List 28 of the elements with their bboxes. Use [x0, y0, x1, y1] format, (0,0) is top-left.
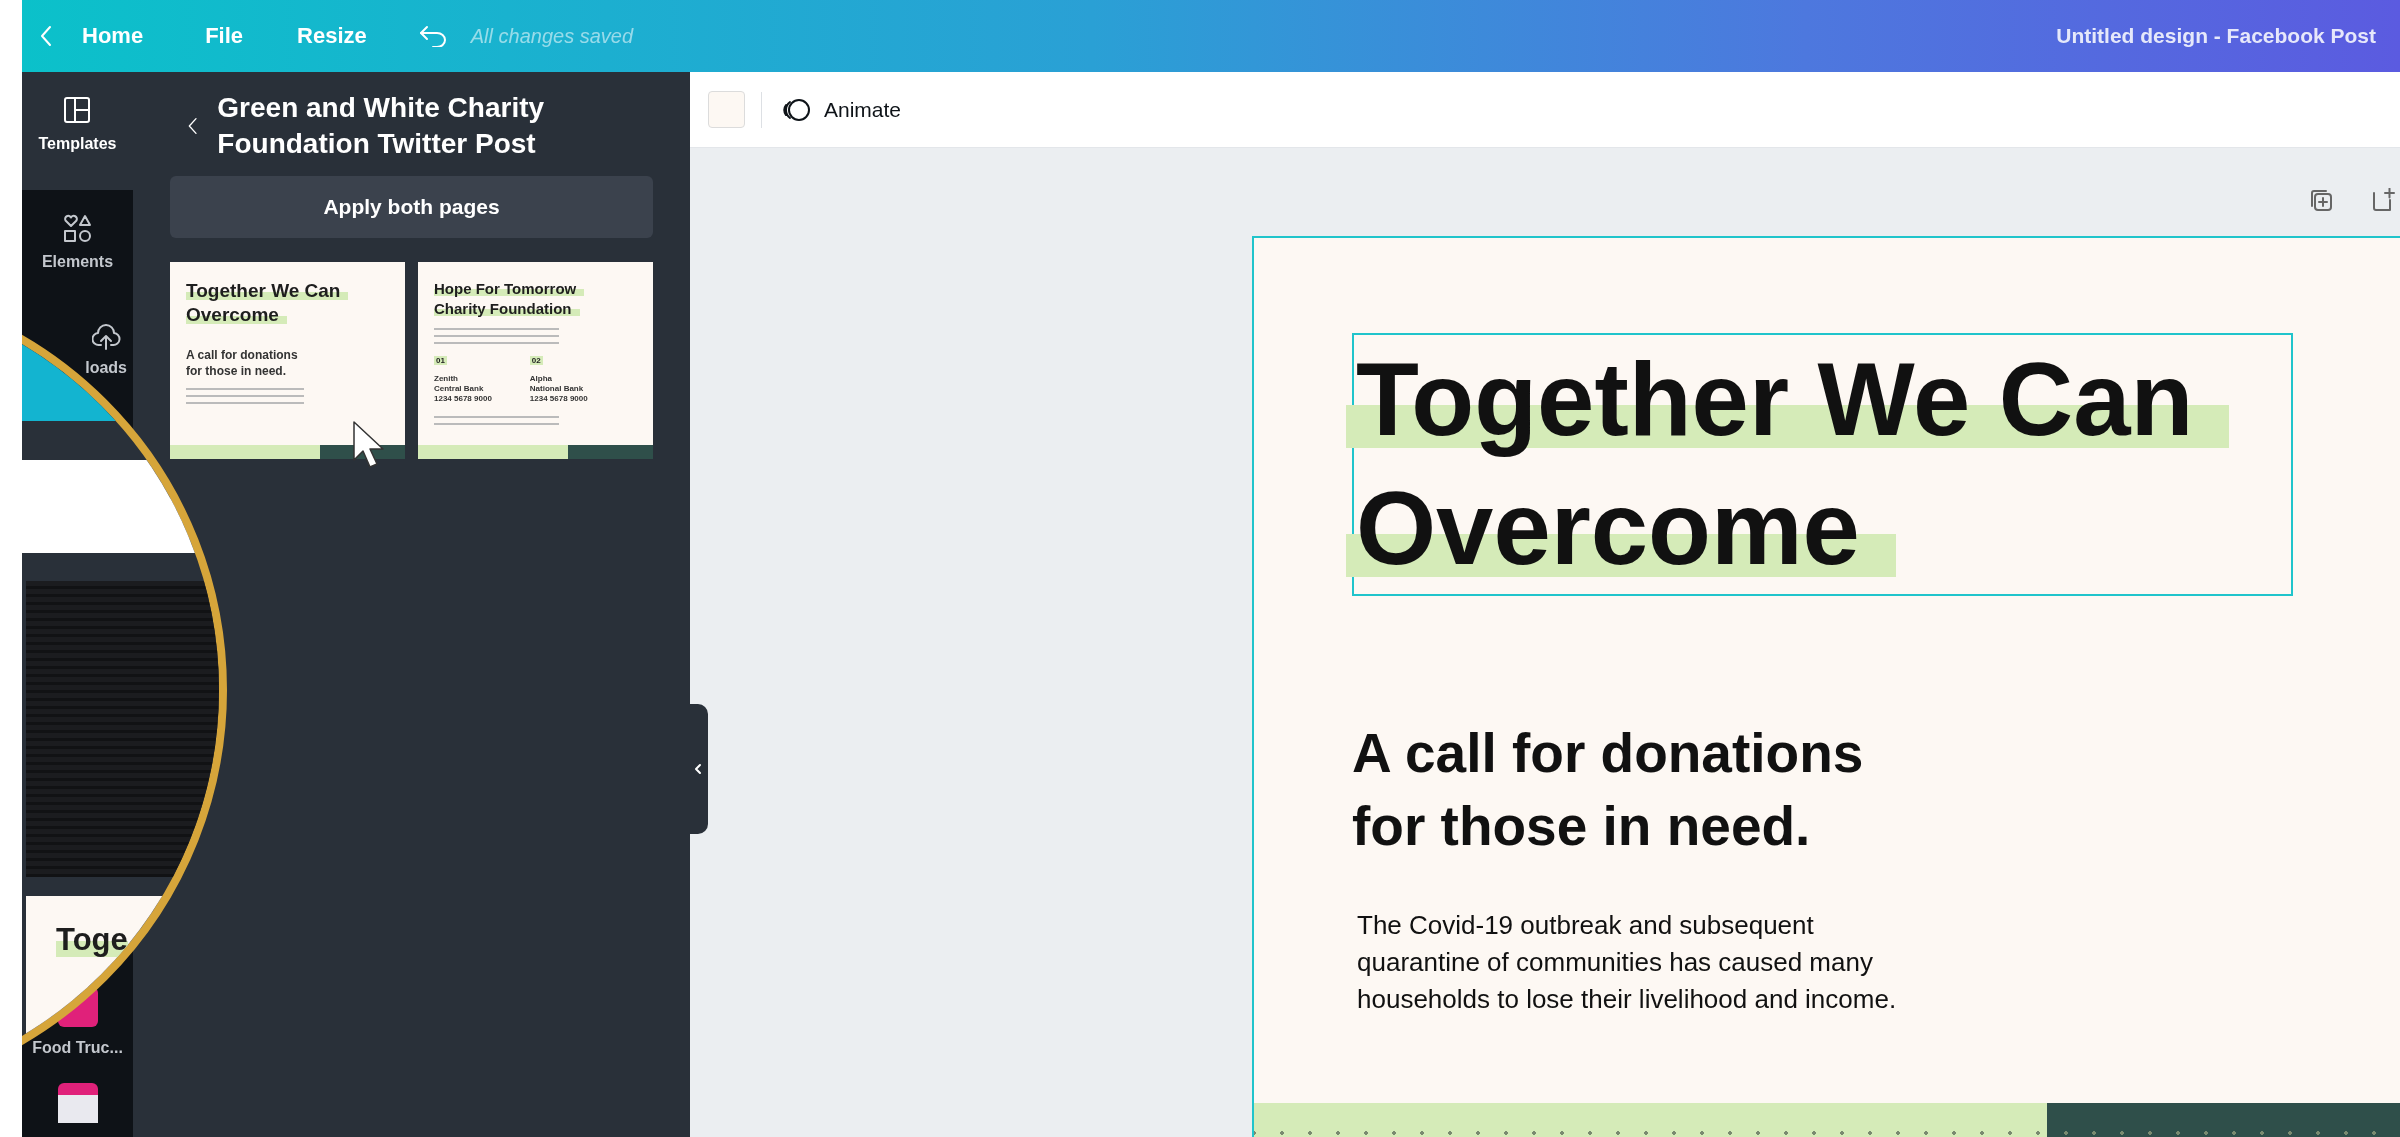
account-number: 01: [434, 356, 447, 365]
chevron-left-icon: [694, 763, 702, 775]
app-label[interactable]: Food Truc...: [32, 1039, 123, 1057]
collapse-handle[interactable]: [688, 704, 708, 834]
animate-button[interactable]: Animate: [778, 91, 906, 128]
add-page-icon[interactable]: [2371, 188, 2395, 212]
design-subheading[interactable]: A call for donations for those in need.: [1352, 717, 2400, 863]
account-number: 02: [529, 356, 543, 365]
chevron-left-icon: [40, 25, 52, 47]
page-thumbnail[interactable]: Hope For Tomorrow Charity Foundation 01 Zenith Central Bank 1234 5678 9000 02 Alpha National Bank 1234 5678 9000: [418, 262, 653, 459]
app-icon[interactable]: [57, 1083, 98, 1123]
copy-page-icon[interactable]: [2309, 188, 2333, 212]
thumbnail-heading: Together We Can Overcome: [186, 279, 389, 327]
color-swatch[interactable]: [708, 91, 745, 128]
design-body-text[interactable]: The Covid-19 outbreak and subsequent quarantine of communities has caused many households to lose their livelihood and income.: [1357, 907, 2400, 1018]
template-title: Green and White Charity Foundation Twitter Post: [217, 91, 546, 161]
apply-button[interactable]: Apply both pages: [170, 176, 653, 238]
thumbnail-heading: Hope For Tomorrow Charity Foundation: [434, 279, 637, 319]
account-details: Alpha National Bank 1234 5678 9000: [529, 374, 588, 404]
page-thumbnail[interactable]: Together We Can Overcome A call for donations for those in need.: [170, 262, 405, 459]
rail-tab[interactable]: Templates: [22, 72, 133, 190]
document-title[interactable]: Untitled design - Facebook Post: [2056, 24, 2376, 48]
save-status: All changes saved: [470, 24, 634, 48]
thumbnail-subheading: A call for donations for those in need.: [186, 347, 299, 379]
cloud-upload-icon: [91, 322, 121, 351]
layout-icon: [63, 96, 92, 125]
shapes-icon: [63, 214, 92, 243]
account-details: Zenith Central Bank 1234 5678 9000: [434, 374, 492, 404]
